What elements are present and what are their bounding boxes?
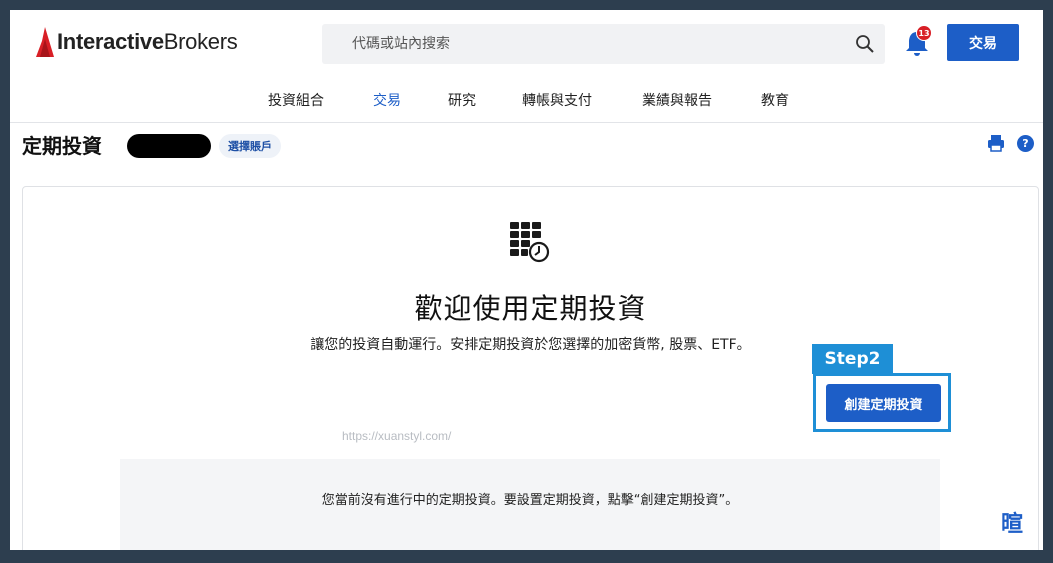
main-nav: 投資組合 交易 研究 轉帳與支付 業績與報告 教育: [10, 90, 1043, 114]
search-bar: [322, 24, 885, 64]
recurring-investment-card: 歡迎使用定期投資 讓您的投資自動運行。安排定期投資於您選擇的加密貨幣, 股票、E…: [22, 186, 1039, 550]
nav-item-performance-reports[interactable]: 業績與報告: [642, 90, 712, 110]
search-input[interactable]: [322, 24, 845, 64]
create-recurring-investment-button[interactable]: 創建定期投資: [826, 384, 941, 422]
watermark-url: https://xuanstyl.com/: [342, 429, 452, 443]
print-icon[interactable]: [987, 134, 1005, 152]
nav-item-education[interactable]: 教育: [761, 90, 789, 110]
ib-logo[interactable]: InteractiveBrokers: [36, 24, 238, 60]
select-account-button[interactable]: 選擇賬戶: [219, 134, 281, 158]
empty-state-message: 您當前沒有進行中的定期投資。要設置定期投資，點擊“創建定期投資”。: [321, 493, 739, 508]
account-id-redacted: [127, 134, 211, 158]
welcome-title: 歡迎使用定期投資: [414, 292, 647, 325]
empty-state-box: 您當前沒有進行中的定期投資。要設置定期投資，點擊“創建定期投資”。: [120, 459, 940, 550]
nav-item-trade[interactable]: 交易: [373, 90, 401, 110]
page-title: 定期投資: [22, 134, 102, 158]
schedule-grid-icon: [510, 222, 550, 263]
corner-watermark: 暄: [1001, 512, 1024, 537]
help-icon[interactable]: ?: [1017, 135, 1034, 152]
logo-text: InteractiveBrokers: [57, 29, 238, 54]
nav-item-portfolio[interactable]: 投資組合: [268, 90, 324, 110]
app-window: InteractiveBrokers 13 交易 投資組合 交易 研究 轉帳與支…: [10, 10, 1043, 550]
step-annotation-label: Step2: [812, 344, 893, 374]
nav-item-research[interactable]: 研究: [448, 90, 476, 110]
header-divider: [10, 122, 1043, 123]
nav-item-transfer-pay[interactable]: 轉帳與支付: [522, 90, 592, 110]
ib-logo-icon: [36, 27, 54, 57]
notification-badge: 13: [916, 25, 932, 41]
search-icon[interactable]: [845, 24, 885, 64]
trade-button[interactable]: 交易: [947, 24, 1019, 61]
